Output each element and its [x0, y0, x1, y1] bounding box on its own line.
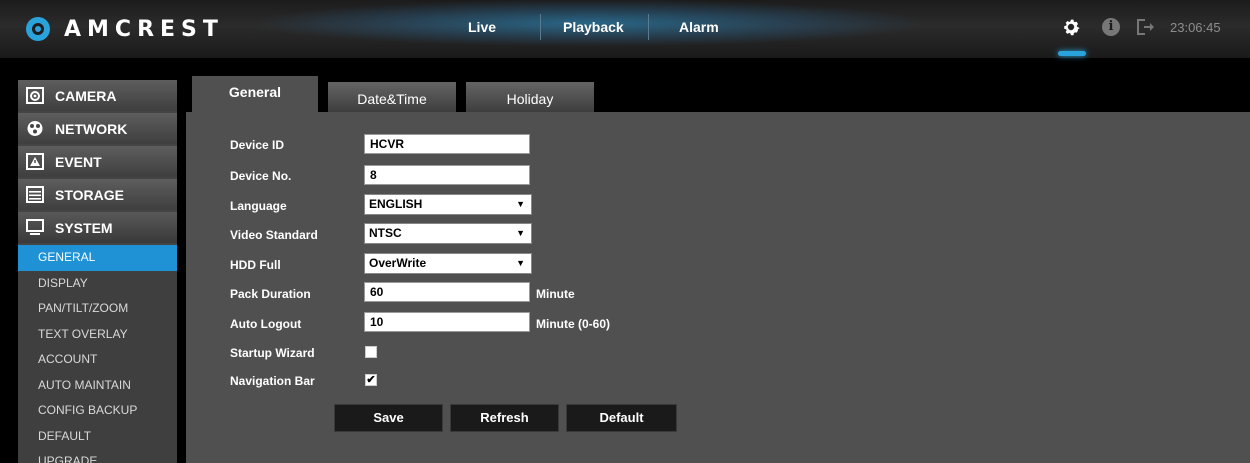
sidebar-section-system[interactable]: SYSTEM: [18, 212, 177, 243]
dropdown-arrow-icon: ▼: [516, 228, 525, 238]
sidebar-section-label: STORAGE: [55, 187, 124, 203]
startup-wizard-label: Startup Wizard: [230, 346, 315, 360]
sidebar-section-label: CAMERA: [55, 88, 117, 104]
refresh-button[interactable]: Refresh: [450, 404, 559, 432]
sidebar-section-event[interactable]: EVENT: [18, 146, 177, 177]
logout-icon[interactable]: [1134, 16, 1156, 38]
nav-alarm[interactable]: Alarm: [679, 19, 719, 35]
sidebar: CAMERA NETWORK EVENT STORAGE SYSTEM GENE…: [18, 80, 177, 463]
dropdown-arrow-icon: ▼: [516, 199, 525, 209]
language-select[interactable]: ENGLISH ▼: [364, 194, 532, 215]
hdd-full-label: HDD Full: [230, 258, 281, 272]
logo-mark-icon: [26, 17, 50, 41]
device-id-label: Device ID: [230, 138, 285, 152]
brand-logo: AMCREST: [26, 14, 224, 44]
hdd-full-select[interactable]: OverWrite ▼: [364, 253, 532, 274]
top-nav: Live Playback Alarm: [452, 0, 752, 52]
device-id-field[interactable]: HCVR: [364, 134, 530, 154]
tab-bar: General Date&Time Holiday: [186, 76, 1250, 112]
pack-duration-label: Pack Duration: [230, 287, 311, 301]
active-indicator: [1058, 51, 1086, 56]
device-no-field[interactable]: 8: [364, 165, 530, 185]
video-standard-label: Video Standard: [230, 228, 318, 242]
system-menu: GENERAL DISPLAY PAN/TILT/ZOOM TEXT OVERL…: [18, 245, 177, 463]
sidebar-item-ptz[interactable]: PAN/TILT/ZOOM: [18, 296, 177, 322]
sidebar-item-config-backup[interactable]: CONFIG BACKUP: [18, 398, 177, 424]
sidebar-section-label: EVENT: [55, 154, 102, 170]
sidebar-item-text-overlay[interactable]: TEXT OVERLAY: [18, 321, 177, 347]
pack-duration-unit: Minute: [536, 287, 575, 301]
pack-duration-field[interactable]: 60: [364, 282, 530, 302]
nav-divider: [648, 14, 649, 40]
hdd-full-value: OverWrite: [369, 256, 427, 270]
nav-live[interactable]: Live: [468, 19, 496, 35]
device-no-label: Device No.: [230, 169, 292, 183]
event-icon: [26, 153, 44, 170]
tab-holiday[interactable]: Holiday: [466, 82, 594, 112]
gear-icon[interactable]: [1060, 16, 1082, 38]
logo-text: AMCREST: [64, 16, 224, 42]
storage-icon: [26, 186, 44, 203]
sidebar-section-label: SYSTEM: [55, 220, 113, 236]
top-right-tools: i 23:06:45: [1030, 0, 1250, 58]
sidebar-item-upgrade[interactable]: UPGRADE: [18, 449, 177, 463]
startup-wizard-checkbox[interactable]: [365, 346, 377, 358]
info-icon[interactable]: i: [1102, 18, 1120, 36]
tab-general[interactable]: General: [192, 76, 318, 112]
default-button[interactable]: Default: [566, 404, 677, 432]
nav-playback[interactable]: Playback: [563, 19, 624, 35]
sidebar-item-default[interactable]: DEFAULT: [18, 423, 177, 449]
page: AMCREST Live Playback Alarm i 23:06:45 C…: [0, 0, 1250, 463]
sidebar-section-camera[interactable]: CAMERA: [18, 80, 177, 111]
auto-logout-unit: Minute (0-60): [536, 317, 611, 331]
auto-logout-label: Auto Logout: [230, 317, 302, 331]
language-label: Language: [230, 199, 287, 213]
network-icon: [27, 121, 43, 136]
sidebar-section-label: NETWORK: [55, 121, 128, 137]
sidebar-item-account[interactable]: ACCOUNT: [18, 347, 177, 373]
save-button[interactable]: Save: [334, 404, 443, 432]
sidebar-section-network[interactable]: NETWORK: [18, 113, 177, 144]
sidebar-item-display[interactable]: DISPLAY: [18, 270, 177, 296]
dropdown-arrow-icon: ▼: [516, 258, 525, 268]
navigation-bar-label: Navigation Bar: [230, 374, 315, 388]
tab-date-time[interactable]: Date&Time: [328, 82, 456, 112]
top-bar: AMCREST Live Playback Alarm i 23:06:45: [0, 0, 1250, 58]
nav-divider: [540, 14, 541, 40]
language-value: ENGLISH: [369, 197, 423, 211]
video-standard-select[interactable]: NTSC ▼: [364, 223, 532, 244]
auto-logout-field[interactable]: 10: [364, 312, 530, 332]
clock: 23:06:45: [1170, 20, 1221, 35]
navigation-bar-checkbox[interactable]: ✔: [365, 374, 377, 386]
sidebar-item-auto-maintain[interactable]: AUTO MAINTAIN: [18, 372, 177, 398]
sidebar-section-storage[interactable]: STORAGE: [18, 179, 177, 210]
camera-icon: [26, 87, 44, 104]
monitor-icon: [26, 219, 44, 235]
sidebar-item-general[interactable]: GENERAL: [18, 245, 177, 271]
video-standard-value: NTSC: [369, 226, 402, 240]
